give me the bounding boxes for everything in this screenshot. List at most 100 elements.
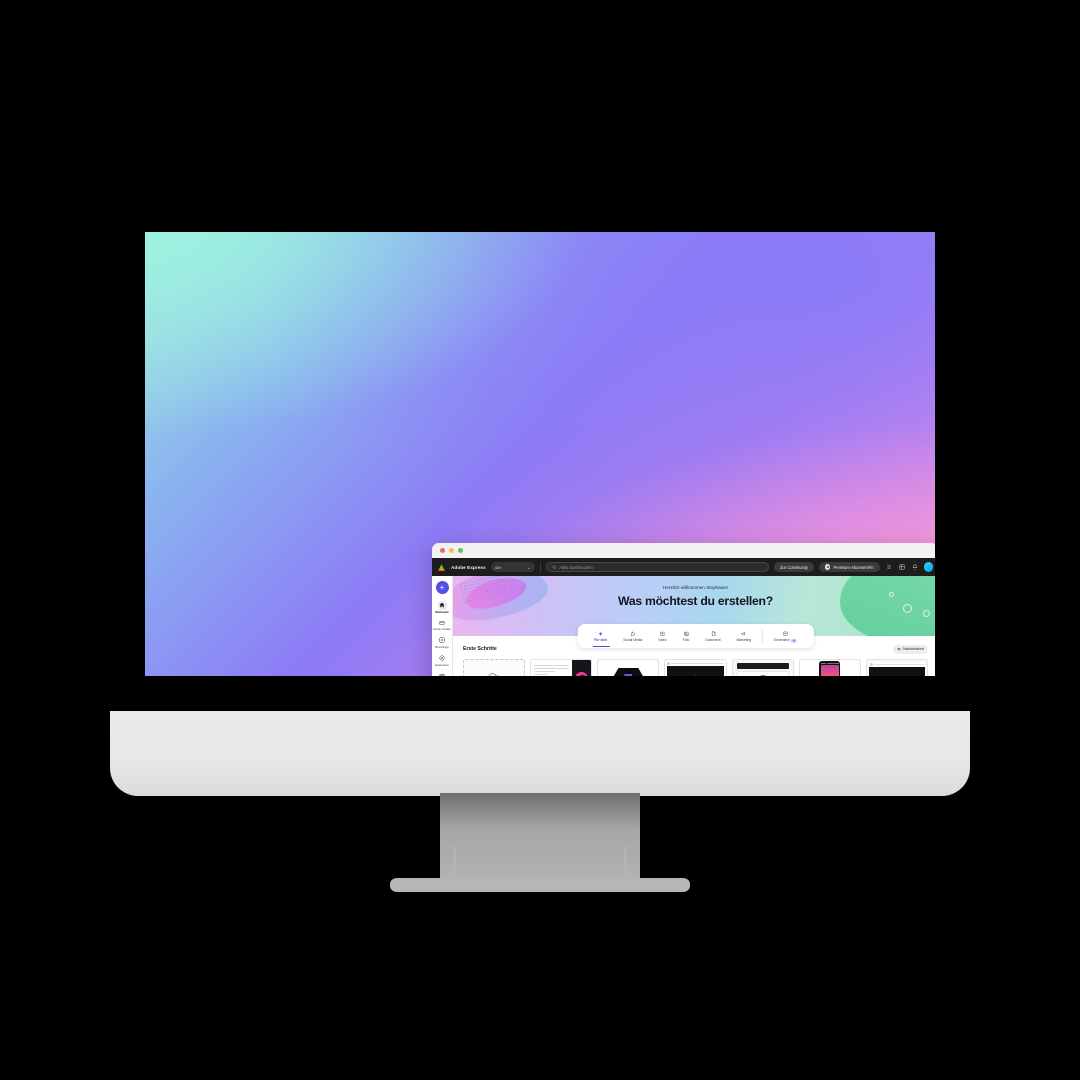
sidebar-item-label: Entdecken (434, 662, 450, 667)
page-title: Was möchtest du erstellen? (618, 594, 773, 608)
window-minimize-button[interactable] (449, 548, 454, 553)
starter-thumb-logo: B (597, 658, 660, 676)
starter-card-instagram-post[interactable]: ★ Quadratischer Instagram-Post (664, 658, 727, 676)
folder-icon (438, 618, 447, 627)
starter-thumb-instagram-story (798, 658, 861, 676)
tab-fuer-dich[interactable]: Für dich (586, 630, 615, 647)
flyer-badge-graphic (756, 675, 769, 676)
hero-ring-2 (923, 610, 930, 617)
pres-text-lines (531, 659, 573, 676)
tab-video[interactable]: Video (650, 630, 674, 643)
adobe-express-logo-icon (438, 563, 445, 571)
welcome-message: Herzlich willkommen Stephanie! (662, 585, 729, 590)
window-titlebar (432, 543, 935, 558)
search-placeholder: Alles durchsuchen (559, 564, 593, 570)
sidebar-item-entdecken[interactable]: Entdecken (432, 651, 453, 669)
sidebar-item-label: Deine Inhalte (433, 627, 451, 632)
tab-dokument[interactable]: Dokument (698, 630, 729, 642)
calendar-icon (438, 671, 447, 676)
community-button-label: Zur Community (779, 564, 808, 570)
app-window: Adobe Express Alle ⌄ Alles durchsuchen Z… (432, 543, 935, 676)
logo-shield-icon: B (624, 674, 633, 676)
monitor-neck (440, 793, 640, 888)
bell-icon[interactable] (911, 563, 919, 571)
video-icon (659, 630, 666, 637)
tab-social-media[interactable]: Social Media (615, 630, 650, 643)
tab-foto[interactable]: Foto (675, 630, 698, 643)
megaphone-icon (740, 630, 747, 637)
starter-card-logo[interactable]: B Logo (597, 658, 660, 676)
window-close-button[interactable] (440, 548, 445, 553)
story-progress-bars (820, 662, 839, 664)
brand-icon (438, 636, 447, 645)
starter-card-praesentation[interactable]: PräsentationNEU (530, 658, 593, 676)
compass-icon (438, 654, 447, 663)
app-brand-name: Adobe Express (451, 564, 486, 570)
premium-sparkle-icon (824, 564, 831, 570)
tab-label: Video (658, 638, 667, 643)
starter-thumb-upload (463, 658, 526, 676)
search-icon (552, 565, 556, 569)
tab-label: Marketing (736, 638, 752, 643)
heart-icon: ❤ (893, 674, 901, 676)
swap-icon[interactable] (885, 563, 893, 571)
sidebar-item-zeitplan[interactable]: Zeitplan (432, 669, 453, 676)
monitor-scene: Created using ↳ pika.style Adobe Exp (0, 0, 1080, 1080)
sidebar-item-startseite[interactable]: Startseite (432, 598, 453, 616)
tab-badge: KI (791, 638, 797, 643)
flyer-page (736, 670, 789, 676)
category-tabs: Für dich Social Media Video Foto Dokumen… (577, 624, 814, 648)
tab-label: Social Media (623, 638, 643, 643)
starter-thumb-instagram-post: ★ (664, 658, 727, 676)
app-body: + Startseite Deine Inhalte Brandings Ent… (432, 576, 935, 676)
tab-generative-ki[interactable]: Generative KI (766, 630, 805, 643)
upload-cloud-icon (488, 672, 499, 676)
create-new-button[interactable]: + (435, 581, 449, 594)
monitor-foot (390, 878, 690, 892)
main-content: Herzlich willkommen Stephanie! Was möcht… (453, 576, 935, 676)
community-button[interactable]: Zur Community (773, 562, 814, 572)
custom-size-label: Selbstdefiniert (902, 647, 925, 652)
tab-marketing[interactable]: Marketing (729, 630, 759, 643)
window-maximize-button[interactable] (458, 548, 463, 553)
home-icon (437, 600, 447, 610)
sidebar-item-brandings[interactable]: Brandings (432, 633, 453, 651)
custom-size-button[interactable]: Selbstdefiniert (892, 645, 928, 654)
starter-thumb-flyer (731, 658, 794, 676)
document-icon (710, 630, 717, 637)
search-input[interactable]: Alles durchsuchen (545, 562, 769, 572)
starter-cards-row: Mit deinen Inhalten anfangen Präsentatio… (463, 658, 928, 676)
sidebar-item-label: Brandings (435, 644, 449, 649)
hero-text: Herzlich willkommen Stephanie! Was möcht… (453, 585, 935, 608)
starter-card-instagram-story[interactable]: Instagram-Story (798, 658, 861, 676)
category-select[interactable]: Alle ⌄ (490, 562, 535, 572)
apps-grid-icon[interactable] (898, 563, 906, 571)
tab-divider (762, 629, 763, 643)
nav-divider (539, 562, 541, 572)
tab-label: Für dich (594, 638, 608, 643)
sliders-icon (897, 648, 900, 651)
premium-button[interactable]: Premium-Abonnent*in (818, 562, 880, 572)
fb-image: ❤ (868, 666, 925, 676)
sparkle-icon (597, 630, 604, 637)
avatar[interactable] (923, 562, 933, 572)
category-select-value: Alle (494, 564, 502, 570)
photo-icon (683, 630, 690, 637)
starter-card-upload[interactable]: Mit deinen Inhalten anfangen (463, 658, 526, 676)
top-navigation-bar: Adobe Express Alle ⌄ Alles durchsuchen Z… (432, 558, 935, 576)
flyer-header-bar (736, 662, 789, 669)
tab-label: Foto (682, 638, 690, 643)
sidebar-item-deine-inhalte[interactable]: Deine Inhalte (432, 616, 453, 634)
sidebar-item-label: Startseite (435, 609, 449, 614)
monitor-chin (110, 711, 970, 796)
sidebar: + Startseite Deine Inhalte Brandings Ent… (432, 576, 453, 676)
thumbs-up-icon (629, 630, 636, 637)
starter-card-facebook-post[interactable]: ❤ Facebook-Post (865, 658, 928, 676)
chevron-down-icon: ⌄ (527, 564, 532, 570)
premium-button-label: Premium-Abonnent*in (833, 564, 874, 570)
tab-label: Generative KI (773, 638, 797, 643)
section-title: Erste Schritte (463, 646, 497, 653)
starter-card-flyer[interactable]: Flyer (731, 658, 794, 676)
starter-thumb-facebook-post: ❤ (865, 658, 928, 676)
monitor-screen: Created using ↳ pika.style Adobe Exp (145, 232, 935, 676)
